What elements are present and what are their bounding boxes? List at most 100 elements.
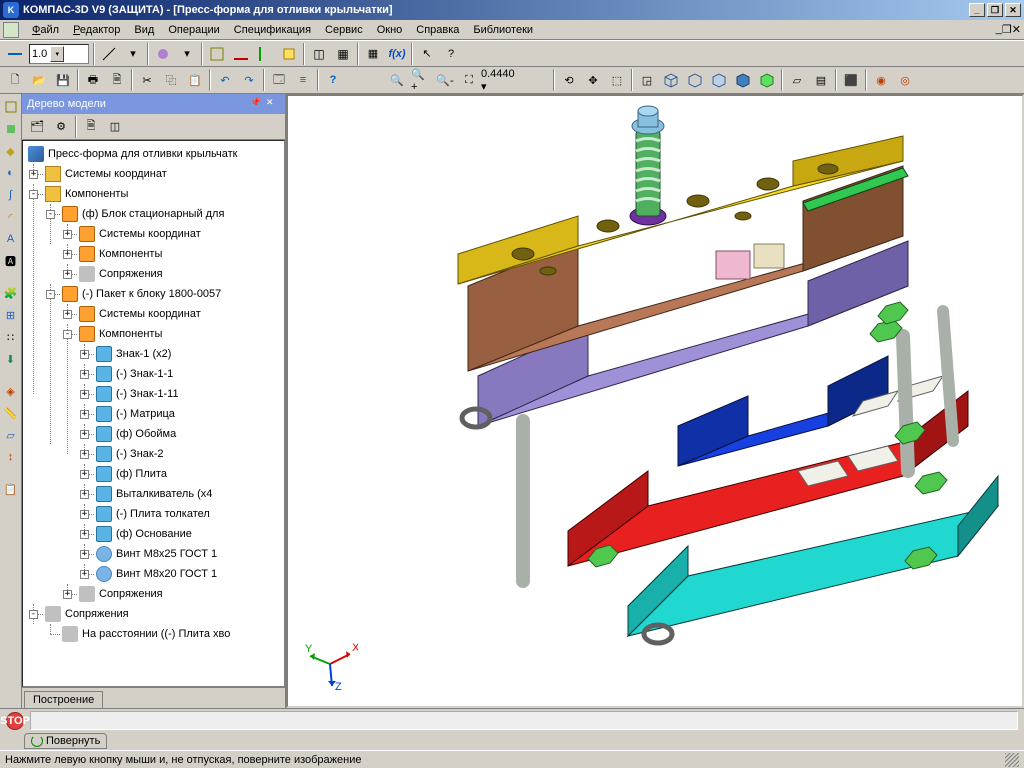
axis-x-icon[interactable] [230,43,252,65]
tree-pin-icon[interactable]: 📌 [250,97,264,111]
text-icon[interactable]: 🅰 [2,252,20,270]
tree-close-icon[interactable]: ✕ [266,97,280,111]
expand-icon[interactable]: + [80,490,89,499]
undo-button[interactable]: ↶ [214,69,236,91]
coords-grid-icon[interactable] [206,43,228,65]
tab-construction[interactable]: Построение [24,691,103,708]
expand-icon[interactable]: + [80,350,89,359]
menu-specification[interactable]: Спецификация [227,22,318,38]
minimize-button[interactable]: _ [969,3,985,17]
perspective-icon[interactable]: ▱ [786,69,808,91]
zoom-combo[interactable]: 0.4440▾ [481,68,551,93]
menu-edit[interactable]: Редактор [66,22,127,38]
tree-item[interactable]: Сопряжения [79,584,281,604]
zoom-in-icon[interactable]: 🔍+ [410,69,432,91]
plane-icon[interactable] [278,43,300,65]
axis-y-icon[interactable] [254,43,276,65]
expand-icon[interactable]: + [63,310,72,319]
preview-button[interactable]: 🗎 [106,69,128,91]
expand-icon[interactable]: + [80,510,89,519]
zoom-fit-icon[interactable]: ⛶ [458,69,480,91]
tree-item[interactable]: (-) Знак-2 [96,444,281,464]
rebuild-icon[interactable]: ◉ [870,69,892,91]
line-dropdown-icon[interactable]: ▾ [122,43,144,65]
region-icon[interactable]: ◫ [308,43,330,65]
save-button[interactable]: 💾 [52,69,74,91]
doc-icon[interactable] [3,22,19,38]
orient-icon[interactable]: ⬚ [606,69,628,91]
cut-button[interactable]: ✂ [136,69,158,91]
auto-line-icon[interactable] [98,43,120,65]
tree-item[interactable]: (-) Плита толкател [96,504,281,524]
new-button[interactable]: 🗋 [4,69,26,91]
help-button[interactable]: ? [322,69,344,91]
tree-block[interactable]: (ф) Блок стационарный для [62,204,281,224]
expand-icon[interactable]: + [63,590,72,599]
command-params-area[interactable] [30,711,1018,730]
tree-coordsys[interactable]: Системы координат [45,164,281,184]
tree-item[interactable]: Компоненты [79,244,281,264]
shaded-icon[interactable] [732,69,754,91]
wireframe-icon[interactable] [660,69,682,91]
pattern-icon[interactable]: ∷ [2,328,20,346]
menu-window[interactable]: Окно [370,22,410,38]
collapse-icon[interactable]: - [46,210,55,219]
tree-item[interactable]: (-) Знак-1-1 [96,364,281,384]
stop-icon[interactable]: STOP [6,712,24,730]
copy-button[interactable]: ⿻ [160,69,182,91]
tab-rotate[interactable]: Повернуть [24,733,107,749]
collapse-icon[interactable]: - [29,190,38,199]
surface-icon[interactable]: ◈ [2,382,20,400]
menu-libraries[interactable]: Библиотеки [466,22,540,38]
expand-icon[interactable]: + [80,430,89,439]
tree-mates[interactable]: Сопряжения [45,604,281,624]
collapse-icon[interactable]: - [46,290,55,299]
model-tree[interactable]: Пресс-форма для отливки крыльчатк + Систе… [22,140,285,687]
tree-components[interactable]: Компоненты [45,184,281,204]
extrude-icon[interactable] [2,120,20,138]
expand-icon[interactable]: + [63,270,72,279]
collapse-icon[interactable]: - [63,330,72,339]
cursor-icon[interactable]: ↖ [416,43,438,65]
properties-button[interactable]: 🗔 [268,69,290,91]
tree-item[interactable]: Винт М8x25 ГОСТ 1 [96,544,281,564]
expand-icon[interactable]: + [80,470,89,479]
tree-item[interactable]: (ф) Обойма [96,424,281,444]
style-dropdown-icon[interactable] [4,43,26,65]
tree-config-icon[interactable]: ⚙ [50,116,72,138]
tree-display-icon[interactable]: 🗂 [26,116,48,138]
tree-item[interactable]: Сопряжения [79,264,281,284]
cut-extrude-icon[interactable]: ◆ [2,142,20,160]
chamfer-icon[interactable]: A [2,230,20,248]
scale-combo[interactable]: 1.0▾ [29,44,89,64]
zoom-out-icon[interactable]: 🔍- [434,69,456,91]
grid-icon[interactable]: ▦ [362,43,384,65]
3d-viewport[interactable]: X Y Z [286,94,1024,708]
tree-item[interactable]: (ф) Плита [96,464,281,484]
mdi-restore-button[interactable]: ❐ [1002,23,1012,36]
bounds-icon[interactable]: ▦ [332,43,354,65]
tree-item[interactable]: (-) Знак-1-11 [96,384,281,404]
expand-icon[interactable]: + [63,230,72,239]
tree-item[interactable]: (-) Матрица [96,404,281,424]
shaded-edges-icon[interactable] [756,69,778,91]
simplify-icon[interactable]: ⬛ [840,69,862,91]
rebuild-all-icon[interactable]: ◎ [894,69,916,91]
tree-item[interactable]: Выталкиватель (x4 [96,484,281,504]
expand-icon[interactable]: + [80,390,89,399]
expand-icon[interactable]: + [80,530,89,539]
iso-view-icon[interactable]: ◲ [636,69,658,91]
point-color-icon[interactable] [152,43,174,65]
resize-grip-icon[interactable] [1005,753,1019,767]
tree-item[interactable]: Знак-1 (x2) [96,344,281,364]
rotate-icon[interactable]: ⟲ [558,69,580,91]
measure-icon[interactable]: 📏 [2,404,20,422]
revolve-icon[interactable]: ◐ [2,164,20,182]
pan-icon[interactable]: ✥ [582,69,604,91]
tree-item[interactable]: Системы координат [79,224,281,244]
section-icon[interactable]: ▤ [810,69,832,91]
tree-root[interactable]: Пресс-форма для отливки крыльчатк [28,144,281,164]
zoom-area-icon[interactable]: 🔍 [386,69,408,91]
sweep-icon[interactable]: ∫ [2,186,20,204]
mate-icon[interactable]: ⊞ [2,306,20,324]
